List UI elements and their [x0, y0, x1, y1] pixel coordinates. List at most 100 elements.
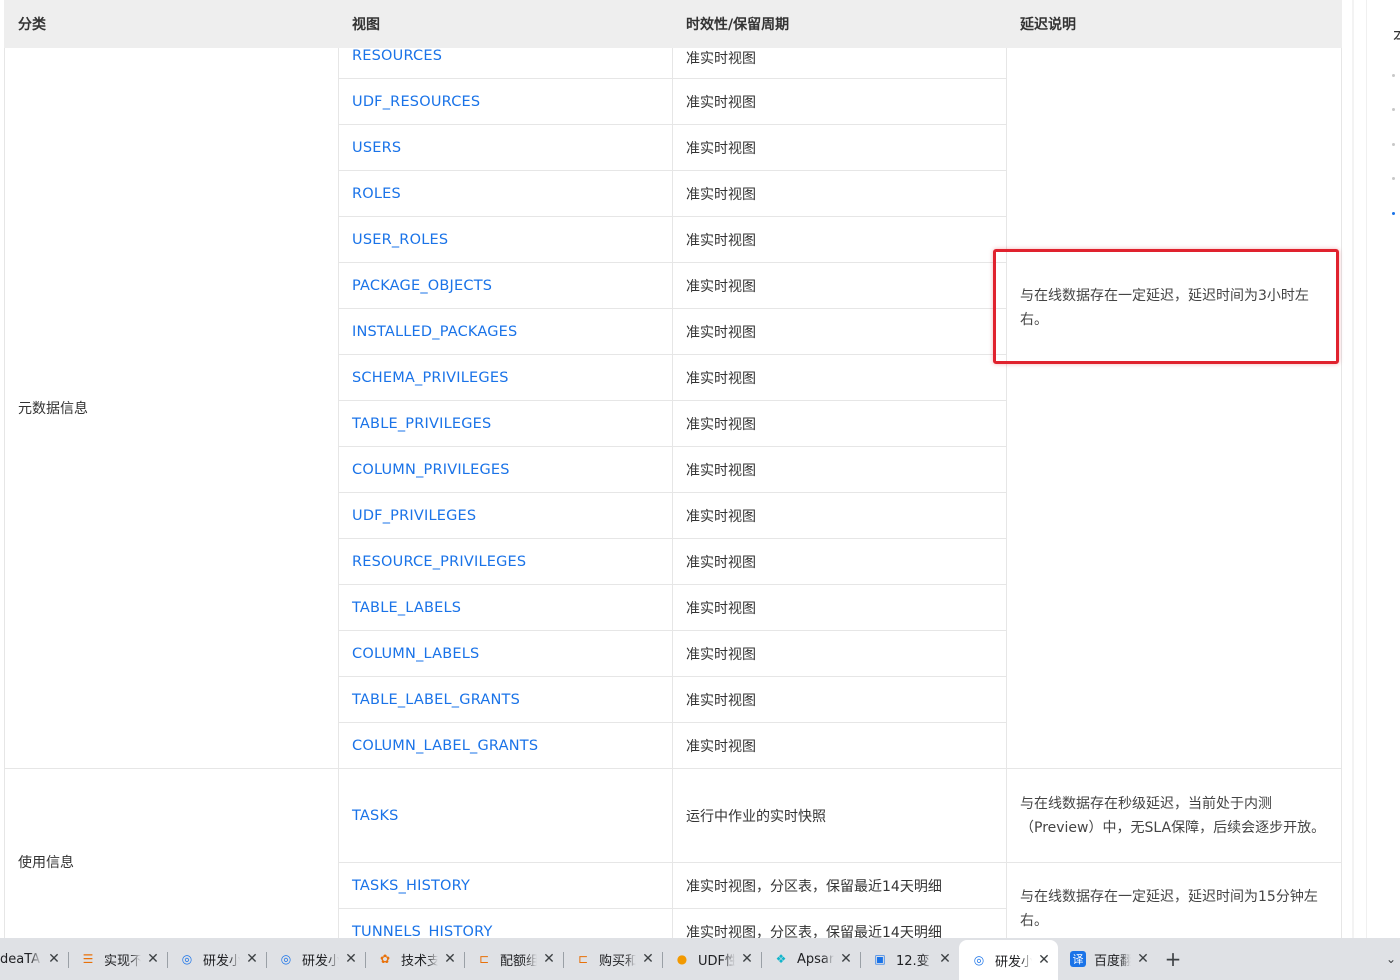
timeliness-cell: 准实时视图: [672, 308, 1007, 355]
view-link[interactable]: USERS: [352, 140, 401, 156]
browser-tab[interactable]: 译百度翻 ✕: [1058, 942, 1157, 976]
close-icon[interactable]: ✕: [145, 951, 161, 967]
view-link[interactable]: RESOURCES: [352, 48, 442, 64]
leaf-icon: ❖: [775, 952, 787, 966]
timeliness-cell: 准实时视图: [672, 354, 1007, 401]
header-delay-note: 延迟说明: [1006, 0, 1342, 48]
close-icon[interactable]: ✕: [739, 951, 755, 967]
category-cell: 使用信息: [4, 768, 339, 938]
timeliness-cell: 准实时视图: [672, 722, 1007, 769]
browser-tab-bar: deaTA ✕ ☰ 实现不 ✕ ◎ 研发小 ✕ ◎ 研发小 ✕ ✿ 技术支 ✕ ⊏ 配额组 ✕ ⊏ 购买和 ✕ ● UDF…: [0, 938, 1400, 980]
view-link[interactable]: TABLE_LABEL_GRANTS: [352, 692, 520, 708]
gear-flower-icon: ✿: [379, 952, 391, 966]
close-icon[interactable]: ✕: [442, 951, 458, 967]
view-cell: INSTALLED_PACKAGES: [338, 308, 673, 355]
tab-title: UDF性: [698, 953, 735, 969]
toc-item-dot[interactable]: [1392, 143, 1395, 146]
category-cell: 元数据信息: [4, 47, 339, 769]
view-link[interactable]: UDF_RESOURCES: [352, 94, 480, 110]
doc-lines-icon: ☰: [82, 952, 94, 966]
view-link[interactable]: COLUMN_LABEL_GRANTS: [352, 738, 538, 754]
browser-tab[interactable]: ● UDF性 ✕: [662, 942, 761, 976]
close-icon[interactable]: ✕: [640, 951, 656, 967]
view-link[interactable]: COLUMN_LABELS: [352, 646, 479, 662]
drop-icon: ●: [676, 952, 688, 966]
view-link[interactable]: ROLES: [352, 186, 401, 202]
toc-sidebar: 本: [1366, 0, 1400, 938]
view-link[interactable]: SCHEMA_PRIVILEGES: [352, 370, 509, 386]
browser-tab[interactable]: ☰ 实现不 ✕: [68, 942, 167, 976]
timeliness-cell: 运行中作业的实时快照: [672, 768, 1007, 863]
view-link[interactable]: USER_ROLES: [352, 232, 448, 248]
view-cell: TASKS: [338, 768, 673, 863]
new-tab-button[interactable]: +: [1157, 947, 1189, 971]
close-icon[interactable]: ✕: [1036, 952, 1052, 968]
browser-tab[interactable]: ⊏ 配额组 ✕: [464, 942, 563, 976]
doc-viewport: 分类 视图 时效性/保留周期 延迟说明 元数据信息 RESOURCES 准实时视图 U…: [0, 0, 1400, 938]
timeliness-cell: 准实时视图: [672, 400, 1007, 447]
view-link[interactable]: TASKS: [352, 808, 399, 824]
browser-tab[interactable]: deaTA ✕: [0, 942, 68, 976]
tab-title: 技术支: [401, 953, 438, 969]
close-icon[interactable]: ✕: [541, 951, 557, 967]
delay-note-cell: 与在线数据存在秒级延迟，当前处于内测（Preview）中，无SLA保障，后续会逐…: [1006, 768, 1342, 863]
close-icon[interactable]: ✕: [46, 951, 62, 967]
toc-item-dot[interactable]: [1392, 108, 1395, 111]
toc-item-dot-active[interactable]: [1392, 212, 1395, 215]
chat-bubble-icon: ◎: [280, 952, 292, 966]
view-link[interactable]: TASKS_HISTORY: [352, 878, 470, 894]
view-cell: ROLES: [338, 170, 673, 217]
view-cell: TASKS_HISTORY: [338, 862, 673, 909]
chat-bubble-icon: ◎: [973, 953, 985, 967]
timeliness-cell: 准实时视图: [672, 676, 1007, 723]
view-link[interactable]: TABLE_PRIVILEGES: [352, 416, 491, 432]
browser-tab[interactable]: ⊏ 购买和 ✕: [563, 942, 662, 976]
browser-tab[interactable]: ❖ Apsara✕: [761, 942, 860, 976]
tab-title: 研发小: [302, 953, 339, 969]
close-icon[interactable]: ✕: [1135, 951, 1151, 967]
timeliness-cell: 准实时视图: [672, 78, 1007, 125]
table-row: 使用信息 TASKS 运行中作业的实时快照 与在线数据存在秒级延迟，当前处于内测（Pr…: [4, 768, 1342, 938]
view-link[interactable]: RESOURCE_PRIVILEGES: [352, 554, 526, 570]
bracket-icon: ⊏: [478, 952, 490, 966]
close-icon[interactable]: ✕: [244, 951, 260, 967]
chat-bubble-icon: ◎: [181, 952, 193, 966]
timeliness-cell: 准实时视图: [672, 262, 1007, 309]
browser-tab[interactable]: ◎ 研发小 ✕: [266, 942, 365, 976]
view-link[interactable]: INSTALLED_PACKAGES: [352, 324, 517, 340]
view-cell: RESOURCE_PRIVILEGES: [338, 538, 673, 585]
toc-item-dot[interactable]: [1392, 177, 1395, 180]
view-cell: TUNNELS_HISTORY: [338, 908, 673, 939]
timeliness-cell: 准实时视图: [672, 630, 1007, 677]
toc-title: 本: [1393, 22, 1400, 46]
view-link[interactable]: UDF_PRIVILEGES: [352, 508, 476, 524]
tab-title: 研发小: [203, 953, 240, 969]
browser-tab[interactable]: ✿ 技术支 ✕: [365, 942, 464, 976]
timeliness-cell: 准实时视图，分区表，保留最近14天明细: [672, 908, 1007, 938]
header-view: 视图: [338, 0, 673, 48]
view-link[interactable]: COLUMN_PRIVILEGES: [352, 462, 510, 478]
tab-search-chevron-icon[interactable]: ⌄: [1366, 952, 1400, 966]
view-cell: RESOURCES: [338, 47, 673, 79]
close-icon[interactable]: ✕: [838, 951, 854, 967]
timeliness-cell: 准实时视图，分区表，保留最近14天明细: [672, 862, 1007, 909]
view-cell: PACKAGE_OBJECTS: [338, 262, 673, 309]
tab-title: 12.变: [896, 953, 930, 969]
tab-title: 购买和: [599, 953, 636, 969]
view-link[interactable]: TUNNELS_HISTORY: [352, 924, 493, 939]
toc-item-dot[interactable]: [1392, 74, 1395, 77]
browser-tab[interactable]: ◎ 研发小 ✕: [959, 940, 1058, 980]
view-link[interactable]: TABLE_LABELS: [352, 600, 461, 616]
view-cell: SCHEMA_PRIVILEGES: [338, 354, 673, 401]
table-header-row: 分类 视图 时效性/保留周期 延迟说明: [4, 0, 1342, 48]
timeliness-cell: 准实时视图: [672, 124, 1007, 171]
bracket-icon: ⊏: [577, 952, 589, 966]
view-link[interactable]: PACKAGE_OBJECTS: [352, 278, 492, 294]
browser-tab[interactable]: ◎ 研发小 ✕: [167, 942, 266, 976]
header-timeliness: 时效性/保留周期: [672, 0, 1007, 48]
tab-title: Apsara: [797, 951, 834, 967]
browser-tab[interactable]: ▣ 12.变 ✕: [860, 942, 959, 976]
close-icon[interactable]: ✕: [937, 951, 953, 967]
close-icon[interactable]: ✕: [343, 951, 359, 967]
view-cell: COLUMN_PRIVILEGES: [338, 446, 673, 493]
